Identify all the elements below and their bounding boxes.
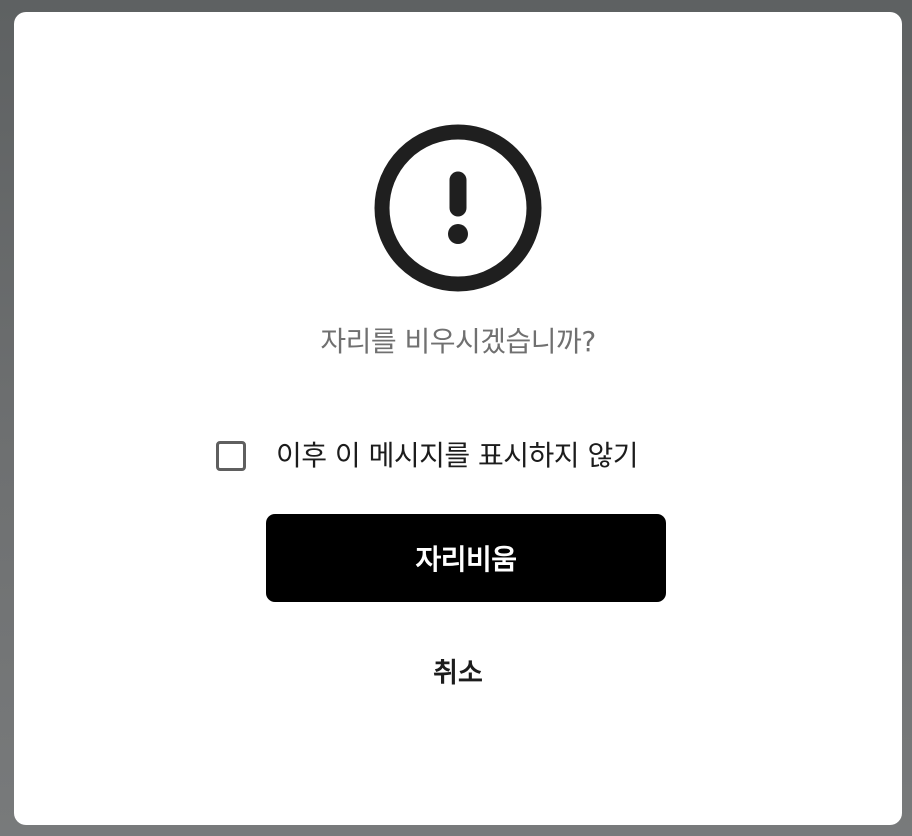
dialog-message: 자리를 비우시겠습니까? xyxy=(320,325,596,358)
cancel-button[interactable]: 취소 xyxy=(408,644,508,696)
exclamation-circle-icon xyxy=(374,124,542,292)
dont-show-again-label: 이후 이 메시지를 표시하지 않기 xyxy=(276,439,638,472)
away-confirm-dialog: 자리를 비우시겠습니까? 이후 이 메시지를 표시하지 않기 자리비움 취소 xyxy=(14,12,902,825)
dont-show-again-checkbox[interactable] xyxy=(216,441,246,471)
dont-show-again-option[interactable]: 이후 이 메시지를 표시하지 않기 xyxy=(216,436,638,476)
set-away-button[interactable]: 자리비움 xyxy=(266,514,666,602)
